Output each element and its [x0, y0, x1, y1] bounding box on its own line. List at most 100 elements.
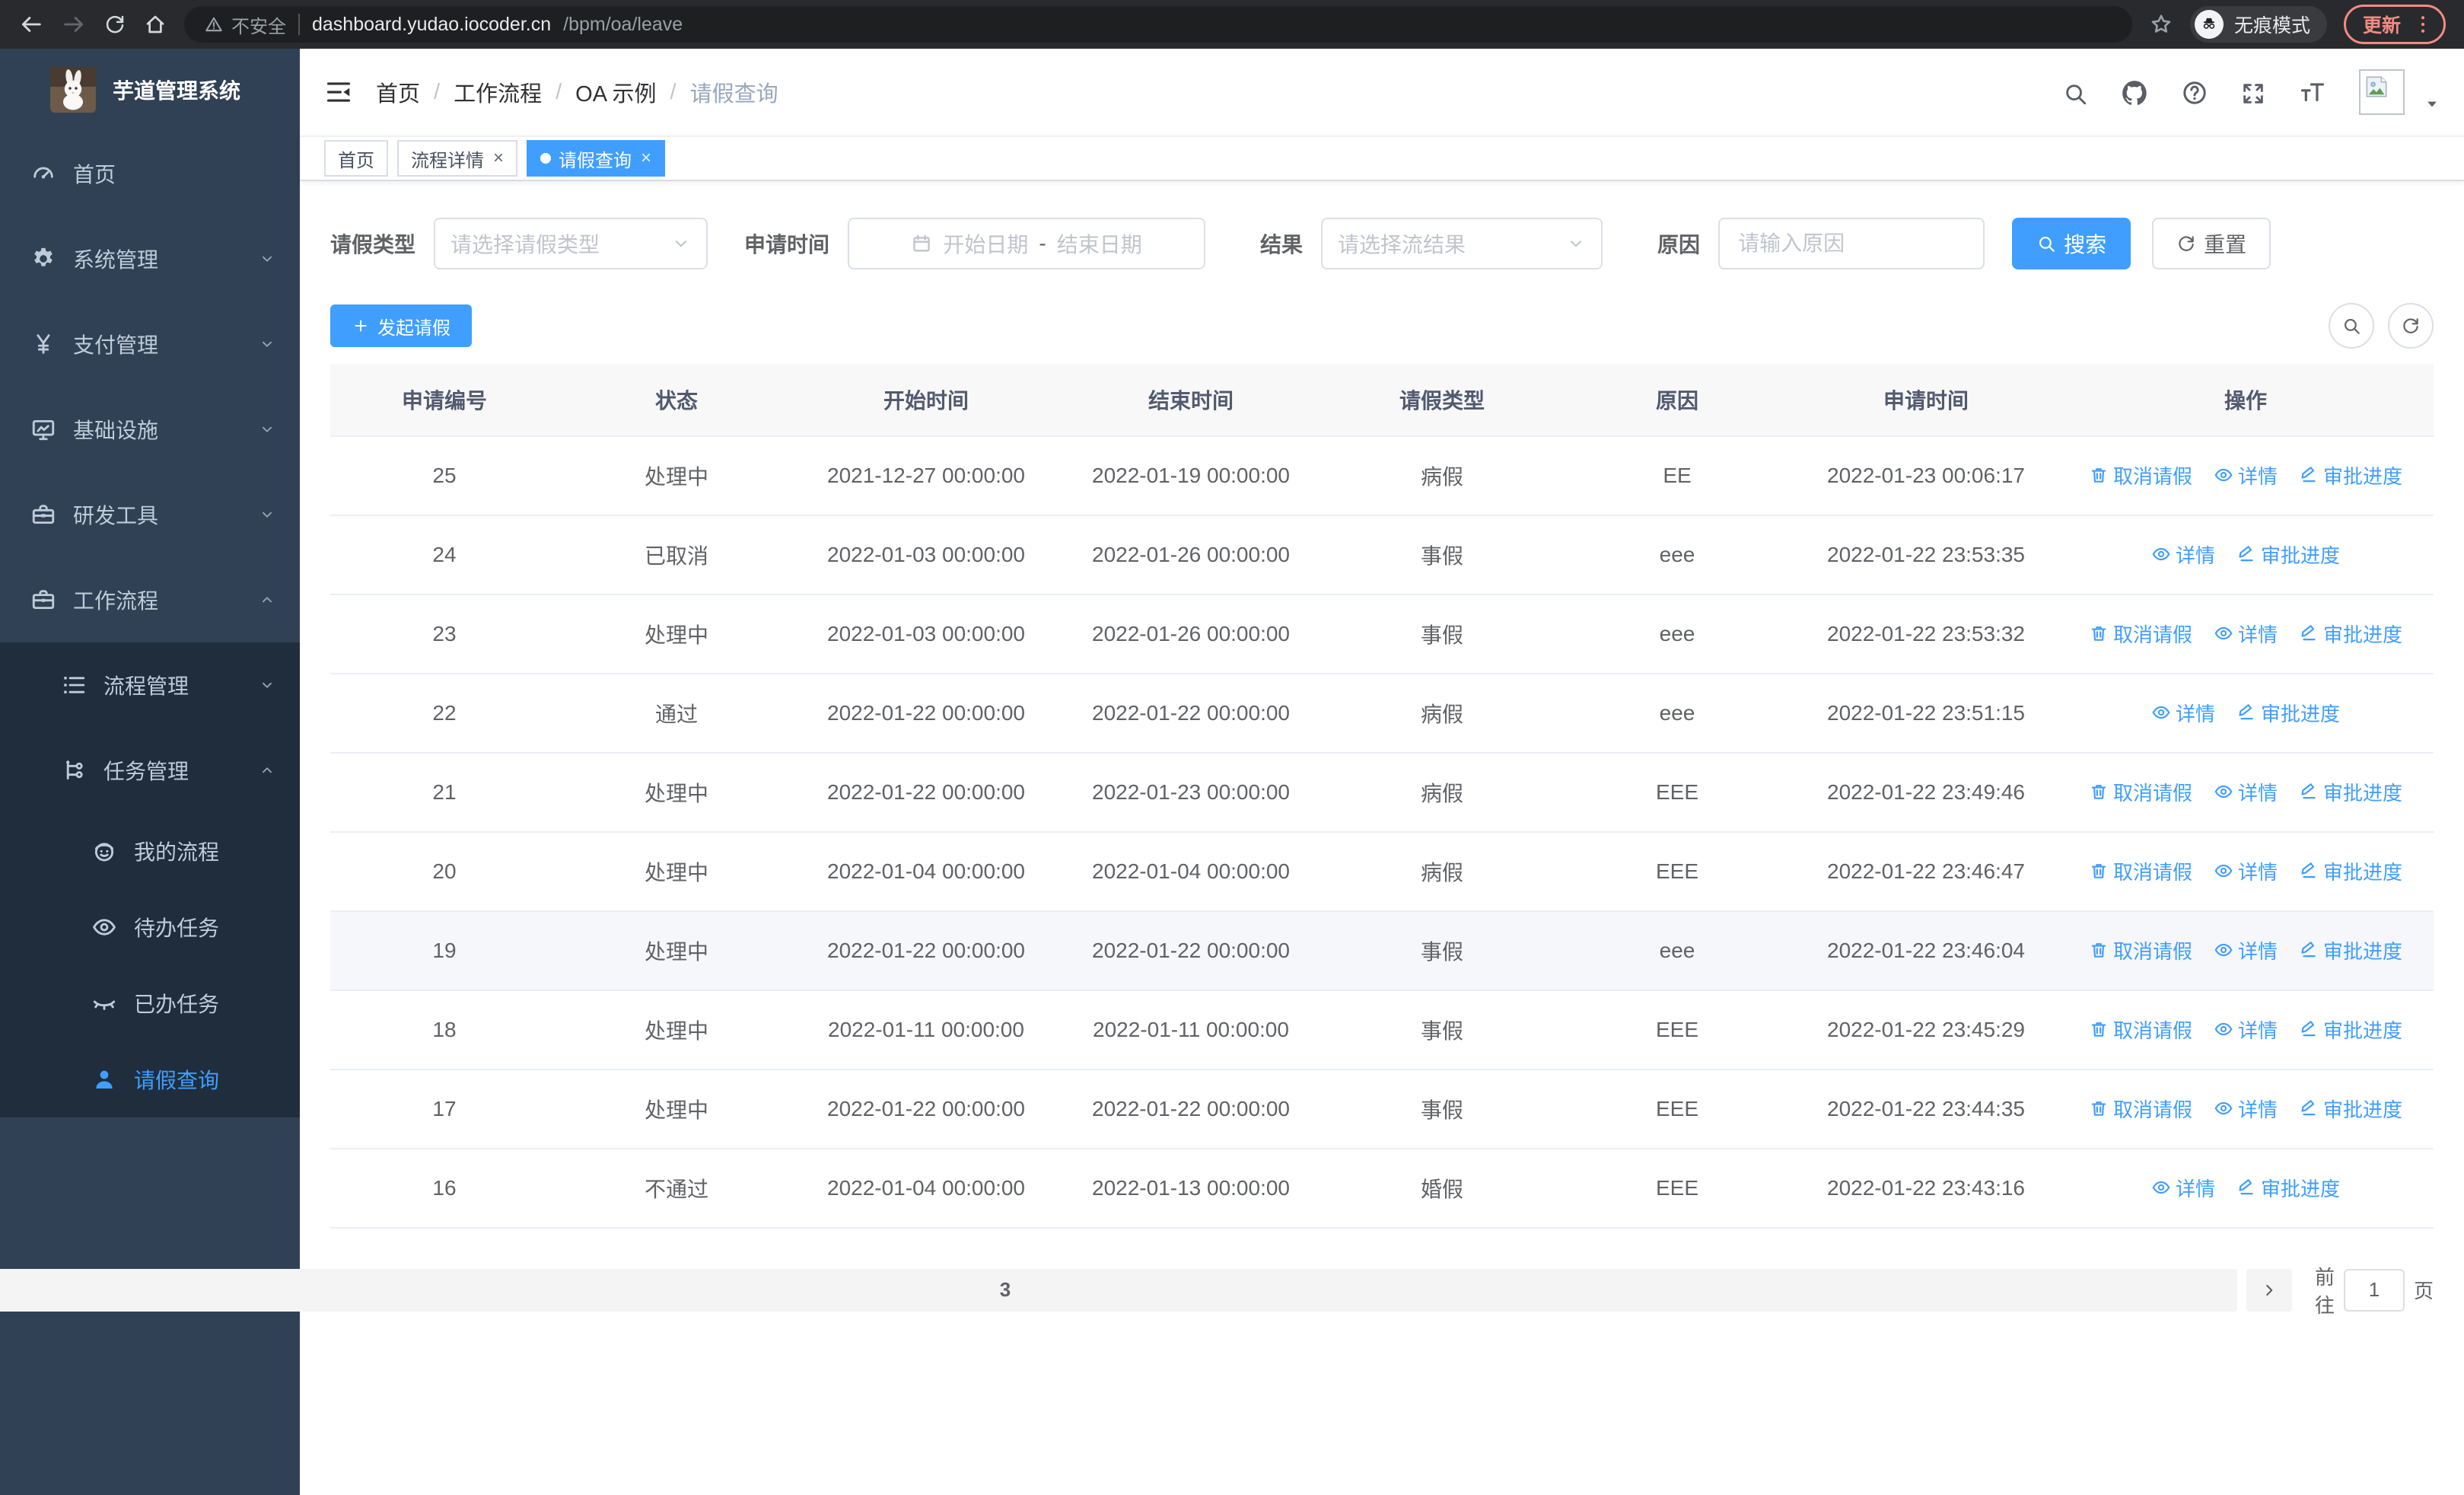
end-date-placeholder: 结束日期 — [1056, 233, 1142, 257]
logo[interactable]: 芋道管理系统 — [0, 49, 300, 131]
start-date-placeholder: 开始日期 — [943, 233, 1029, 257]
table-row: 23 处理中 2022-01-03 00:00:00 2022-01-26 00:00… — [330, 594, 2434, 674]
back-icon[interactable] — [18, 11, 44, 37]
table-cell: 22 — [330, 674, 559, 754]
tag-home[interactable]: 首页 — [324, 140, 388, 177]
action-approval-progress[interactable]: 审批进度 — [2299, 461, 2402, 489]
sidebar-item-home[interactable]: 首页 — [0, 131, 300, 216]
fullscreen-icon[interactable] — [2240, 78, 2266, 107]
reload-icon[interactable] — [103, 13, 126, 36]
action-detail[interactable]: 详情 — [2214, 1015, 2278, 1044]
toggle-search-button[interactable] — [2329, 303, 2374, 349]
create-leave-button[interactable]: 发起请假 — [330, 304, 472, 347]
breadcrumb-item[interactable]: 首页 — [376, 76, 420, 108]
action-cancel-leave[interactable]: 取消请假 — [2089, 857, 2192, 885]
table-header-row: 申请编号 状态 开始时间 结束时间 请假类型 原因 申请时间 操作 — [330, 364, 2434, 437]
reason-input[interactable] — [1718, 218, 1985, 269]
incognito-icon — [2194, 10, 2224, 39]
action-approval-progress[interactable]: 审批进度 — [2299, 778, 2402, 806]
action-approval-progress[interactable]: 审批进度 — [2299, 1095, 2402, 1123]
action-cancel-leave[interactable]: 取消请假 — [2089, 1015, 2192, 1044]
breadcrumb-item[interactable]: OA 示例 — [575, 76, 656, 108]
tag-process-detail[interactable]: 流程详情 × — [397, 140, 518, 177]
tags-view: 首页 流程详情 × 请假查询 × — [300, 135, 2464, 181]
result-select[interactable]: 请选择流结果 — [1321, 218, 1603, 269]
action-detail[interactable]: 详情 — [2214, 778, 2278, 806]
action-detail[interactable]: 详情 — [2214, 1095, 2278, 1123]
close-tag-icon[interactable]: × — [641, 149, 651, 167]
next-page-button[interactable] — [2246, 1268, 2292, 1312]
font-size-icon[interactable] — [2298, 77, 2327, 107]
action-cancel-leave[interactable]: 取消请假 — [2089, 1095, 2192, 1123]
browser-toolbar: 不安全 dashboard.yudao.iocoder.cn/bpm/oa/le… — [0, 0, 2464, 49]
tag-leave-query[interactable]: 请假查询 × — [527, 140, 666, 177]
active-tag-dot — [540, 153, 552, 164]
collapse-sidebar-icon[interactable] — [324, 78, 353, 107]
table-cell: 处理中 — [559, 990, 794, 1070]
search-button[interactable]: 搜索 — [2012, 218, 2131, 269]
home-icon[interactable] — [143, 12, 167, 37]
table-cell: 2022-01-22 23:51:15 — [1794, 674, 2058, 754]
chrome-update-button[interactable]: 更新 — [2343, 5, 2446, 44]
action-cancel-leave[interactable]: 取消请假 — [2089, 620, 2192, 648]
action-detail[interactable]: 详情 — [2214, 857, 2278, 885]
help-icon[interactable] — [2181, 78, 2208, 107]
refresh-table-button[interactable] — [2388, 303, 2434, 349]
apply-time-range-picker[interactable]: 开始日期 - 结束日期 — [848, 218, 1206, 269]
divider — [298, 14, 300, 35]
action-approval-progress[interactable]: 审批进度 — [2299, 1015, 2402, 1044]
action-detail[interactable]: 详情 — [2214, 936, 2278, 964]
security-status[interactable]: 不安全 — [204, 11, 286, 38]
sidebar-item-infrastructure[interactable]: 基础设施 — [0, 387, 300, 472]
sidebar-item-todo-tasks[interactable]: 待办任务 — [0, 889, 300, 965]
edit-icon — [2239, 1179, 2253, 1195]
action-approval-progress[interactable]: 审批进度 — [2299, 857, 2402, 885]
url-bar[interactable]: 不安全 dashboard.yudao.iocoder.cn/bpm/oa/le… — [184, 6, 2132, 43]
reset-button[interactable]: 重置 — [2152, 218, 2271, 269]
filter-form: 请假类型 请选择请假类型 申请时间 开始日期 - 结束日期 结果 请选择流结果 — [330, 218, 2434, 269]
table-cell: 2022-01-23 00:06:17 — [1794, 436, 2058, 516]
table-cell: 2022-01-04 00:00:00 — [794, 1149, 1058, 1229]
close-tag-icon[interactable]: × — [493, 149, 504, 167]
table-cell: 19 — [330, 911, 559, 991]
action-approval-progress[interactable]: 审批进度 — [2236, 699, 2340, 727]
action-approval-progress[interactable]: 审批进度 — [2299, 620, 2402, 648]
bookmark-star-icon[interactable] — [2149, 12, 2173, 37]
avatar-caret-down-icon[interactable] — [2424, 89, 2440, 117]
action-detail[interactable]: 详情 — [2214, 461, 2278, 489]
page-button-3[interactable]: 3 — [0, 1268, 2237, 1312]
action-cancel-leave[interactable]: 取消请假 — [2089, 461, 2192, 489]
table-cell: 2022-01-22 00:00:00 — [794, 753, 1058, 833]
sidebar-item-system-management[interactable]: 系统管理 — [0, 216, 300, 301]
action-detail[interactable]: 详情 — [2151, 540, 2215, 569]
table-cell: 2022-01-04 00:00:00 — [1058, 832, 1324, 912]
leave-type-select[interactable]: 请选择请假类型 — [434, 218, 708, 269]
sidebar-item-task-management[interactable]: 任务管理 — [0, 728, 300, 813]
action-detail[interactable]: 详情 — [2214, 620, 2278, 648]
table-row: 24 已取消 2022-01-03 00:00:00 2022-01-26 00:00… — [330, 515, 2434, 595]
action-approval-progress[interactable]: 审批进度 — [2236, 1174, 2340, 1202]
forward-icon[interactable] — [61, 11, 87, 37]
edit-icon — [2301, 783, 2316, 799]
sidebar-item-payment-management[interactable]: 支付管理 — [0, 301, 300, 387]
action-cancel-leave[interactable]: 取消请假 — [2089, 778, 2192, 806]
breadcrumb-item[interactable]: 工作流程 — [454, 76, 542, 108]
sidebar-item-leave-query[interactable]: 请假查询 — [0, 1041, 300, 1117]
sidebar-item-dev-tools[interactable]: 研发工具 — [0, 472, 300, 557]
sidebar-item-done-tasks[interactable]: 已办任务 — [0, 965, 300, 1041]
action-approval-progress[interactable]: 审批进度 — [2299, 936, 2402, 964]
action-detail[interactable]: 详情 — [2151, 699, 2215, 727]
sidebar-item-process-management[interactable]: 流程管理 — [0, 642, 300, 728]
action-detail[interactable]: 详情 — [2151, 1174, 2215, 1202]
sidebar-item-my-process[interactable]: 我的流程 — [0, 813, 300, 889]
header-search-icon[interactable] — [2062, 78, 2088, 107]
toolbox-icon — [32, 505, 55, 524]
chevron-down-icon — [1571, 241, 1582, 247]
avatar[interactable] — [2359, 69, 2405, 115]
github-icon[interactable] — [2120, 77, 2149, 107]
action-cancel-leave[interactable]: 取消请假 — [2089, 936, 2192, 964]
sidebar-item-label: 首页 — [73, 163, 116, 186]
goto-page-input[interactable] — [2343, 1268, 2405, 1312]
action-approval-progress[interactable]: 审批进度 — [2236, 540, 2340, 569]
sidebar-item-workflow[interactable]: 工作流程 — [0, 557, 300, 642]
